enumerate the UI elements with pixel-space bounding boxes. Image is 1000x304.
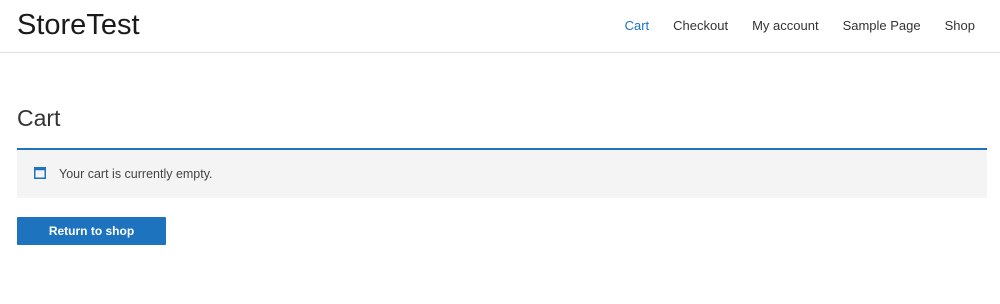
site-title-link[interactable]: StoreTest xyxy=(17,9,140,41)
site-header: StoreTest Cart Checkout My account Sampl… xyxy=(0,0,1000,53)
nav-item-my-account[interactable]: My account xyxy=(752,17,818,35)
nav-item-cart[interactable]: Cart xyxy=(625,17,650,35)
nav-item-sample-page[interactable]: Sample Page xyxy=(843,17,921,35)
notice-message: Your cart is currently empty. xyxy=(59,167,213,181)
return-to-shop-button[interactable]: Return to shop xyxy=(17,217,166,245)
nav-item-shop[interactable]: Shop xyxy=(945,17,975,35)
nav-item-checkout[interactable]: Checkout xyxy=(673,17,728,35)
page-title: Cart xyxy=(17,105,61,131)
window-icon xyxy=(34,166,46,179)
empty-cart-notice: Your cart is currently empty. xyxy=(17,148,987,198)
main-navigation: Cart Checkout My account Sample Page Sho… xyxy=(625,17,975,35)
